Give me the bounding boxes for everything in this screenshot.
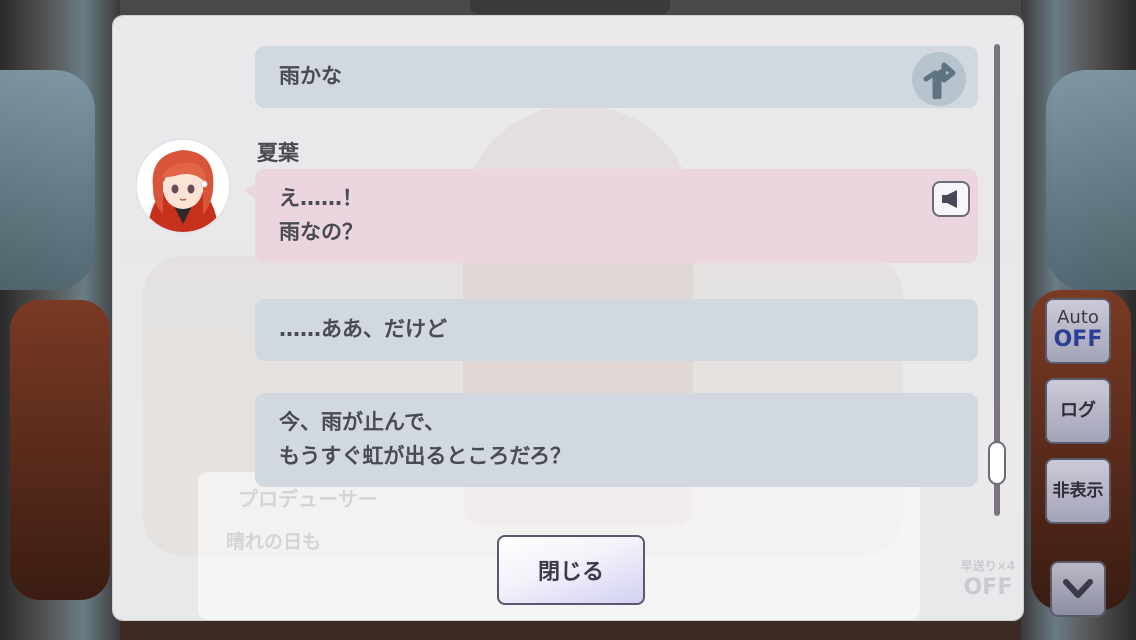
background-textbox-speaker: プロデューサー — [238, 487, 378, 511]
speaker-name: 夏葉 — [257, 141, 299, 165]
advance-button[interactable] — [1050, 561, 1106, 617]
character-avatar — [137, 140, 229, 232]
background-left-window — [0, 70, 95, 290]
log-button[interactable]: ログ — [1045, 378, 1111, 444]
background-left-seat — [10, 300, 110, 600]
fast-forward-state: OFF — [963, 575, 1013, 600]
log-entry-text-line-1: え……！ — [279, 186, 363, 210]
log-entry-text: ……ああ、だけど — [279, 317, 447, 341]
auto-state: OFF — [1053, 327, 1103, 352]
fast-forward-label: 早送り×4 — [960, 559, 1016, 573]
auto-label: Auto — [1057, 307, 1099, 328]
speaker-voice-icon — [942, 190, 957, 208]
log-entry-choice: 今、雨が止んで、 もうすぐ虹が出るところだろ？ — [255, 393, 978, 487]
dialogue-log-panel: プロデューサー 晴れの日も 雨かな 夏葉 え……！ 雨なの？ ……ああ、だけど … — [113, 16, 1023, 620]
log-entry-text-line-1: 今、雨が止んで、 — [279, 410, 446, 434]
log-entry-choice: 雨かな — [255, 46, 978, 108]
log-entry-character: え……！ 雨なの？ — [244, 169, 978, 263]
close-button[interactable]: 閉じる — [497, 535, 645, 605]
fast-forward-indicator: 早送り×4 OFF — [955, 557, 1021, 617]
branch-choice-icon — [912, 52, 966, 106]
auto-toggle-button[interactable]: Auto OFF — [1045, 298, 1111, 364]
background-right-window — [1046, 70, 1136, 290]
log-entry-text-line-2: もうすぐ虹が出るところだろ？ — [279, 444, 572, 468]
log-entry-text-line-2: 雨なの？ — [279, 220, 363, 244]
voice-replay-button[interactable] — [932, 181, 970, 217]
log-entry-text: 雨かな — [279, 64, 342, 88]
hide-ui-button[interactable]: 非表示 — [1045, 458, 1111, 524]
chevron-down-icon — [1063, 579, 1093, 598]
background-roof-console — [470, 0, 670, 14]
log-entry-choice: ……ああ、だけど — [255, 299, 978, 361]
background-textbox-line: 晴れの日も — [226, 531, 322, 553]
log-scrollbar-thumb[interactable] — [988, 441, 1006, 485]
